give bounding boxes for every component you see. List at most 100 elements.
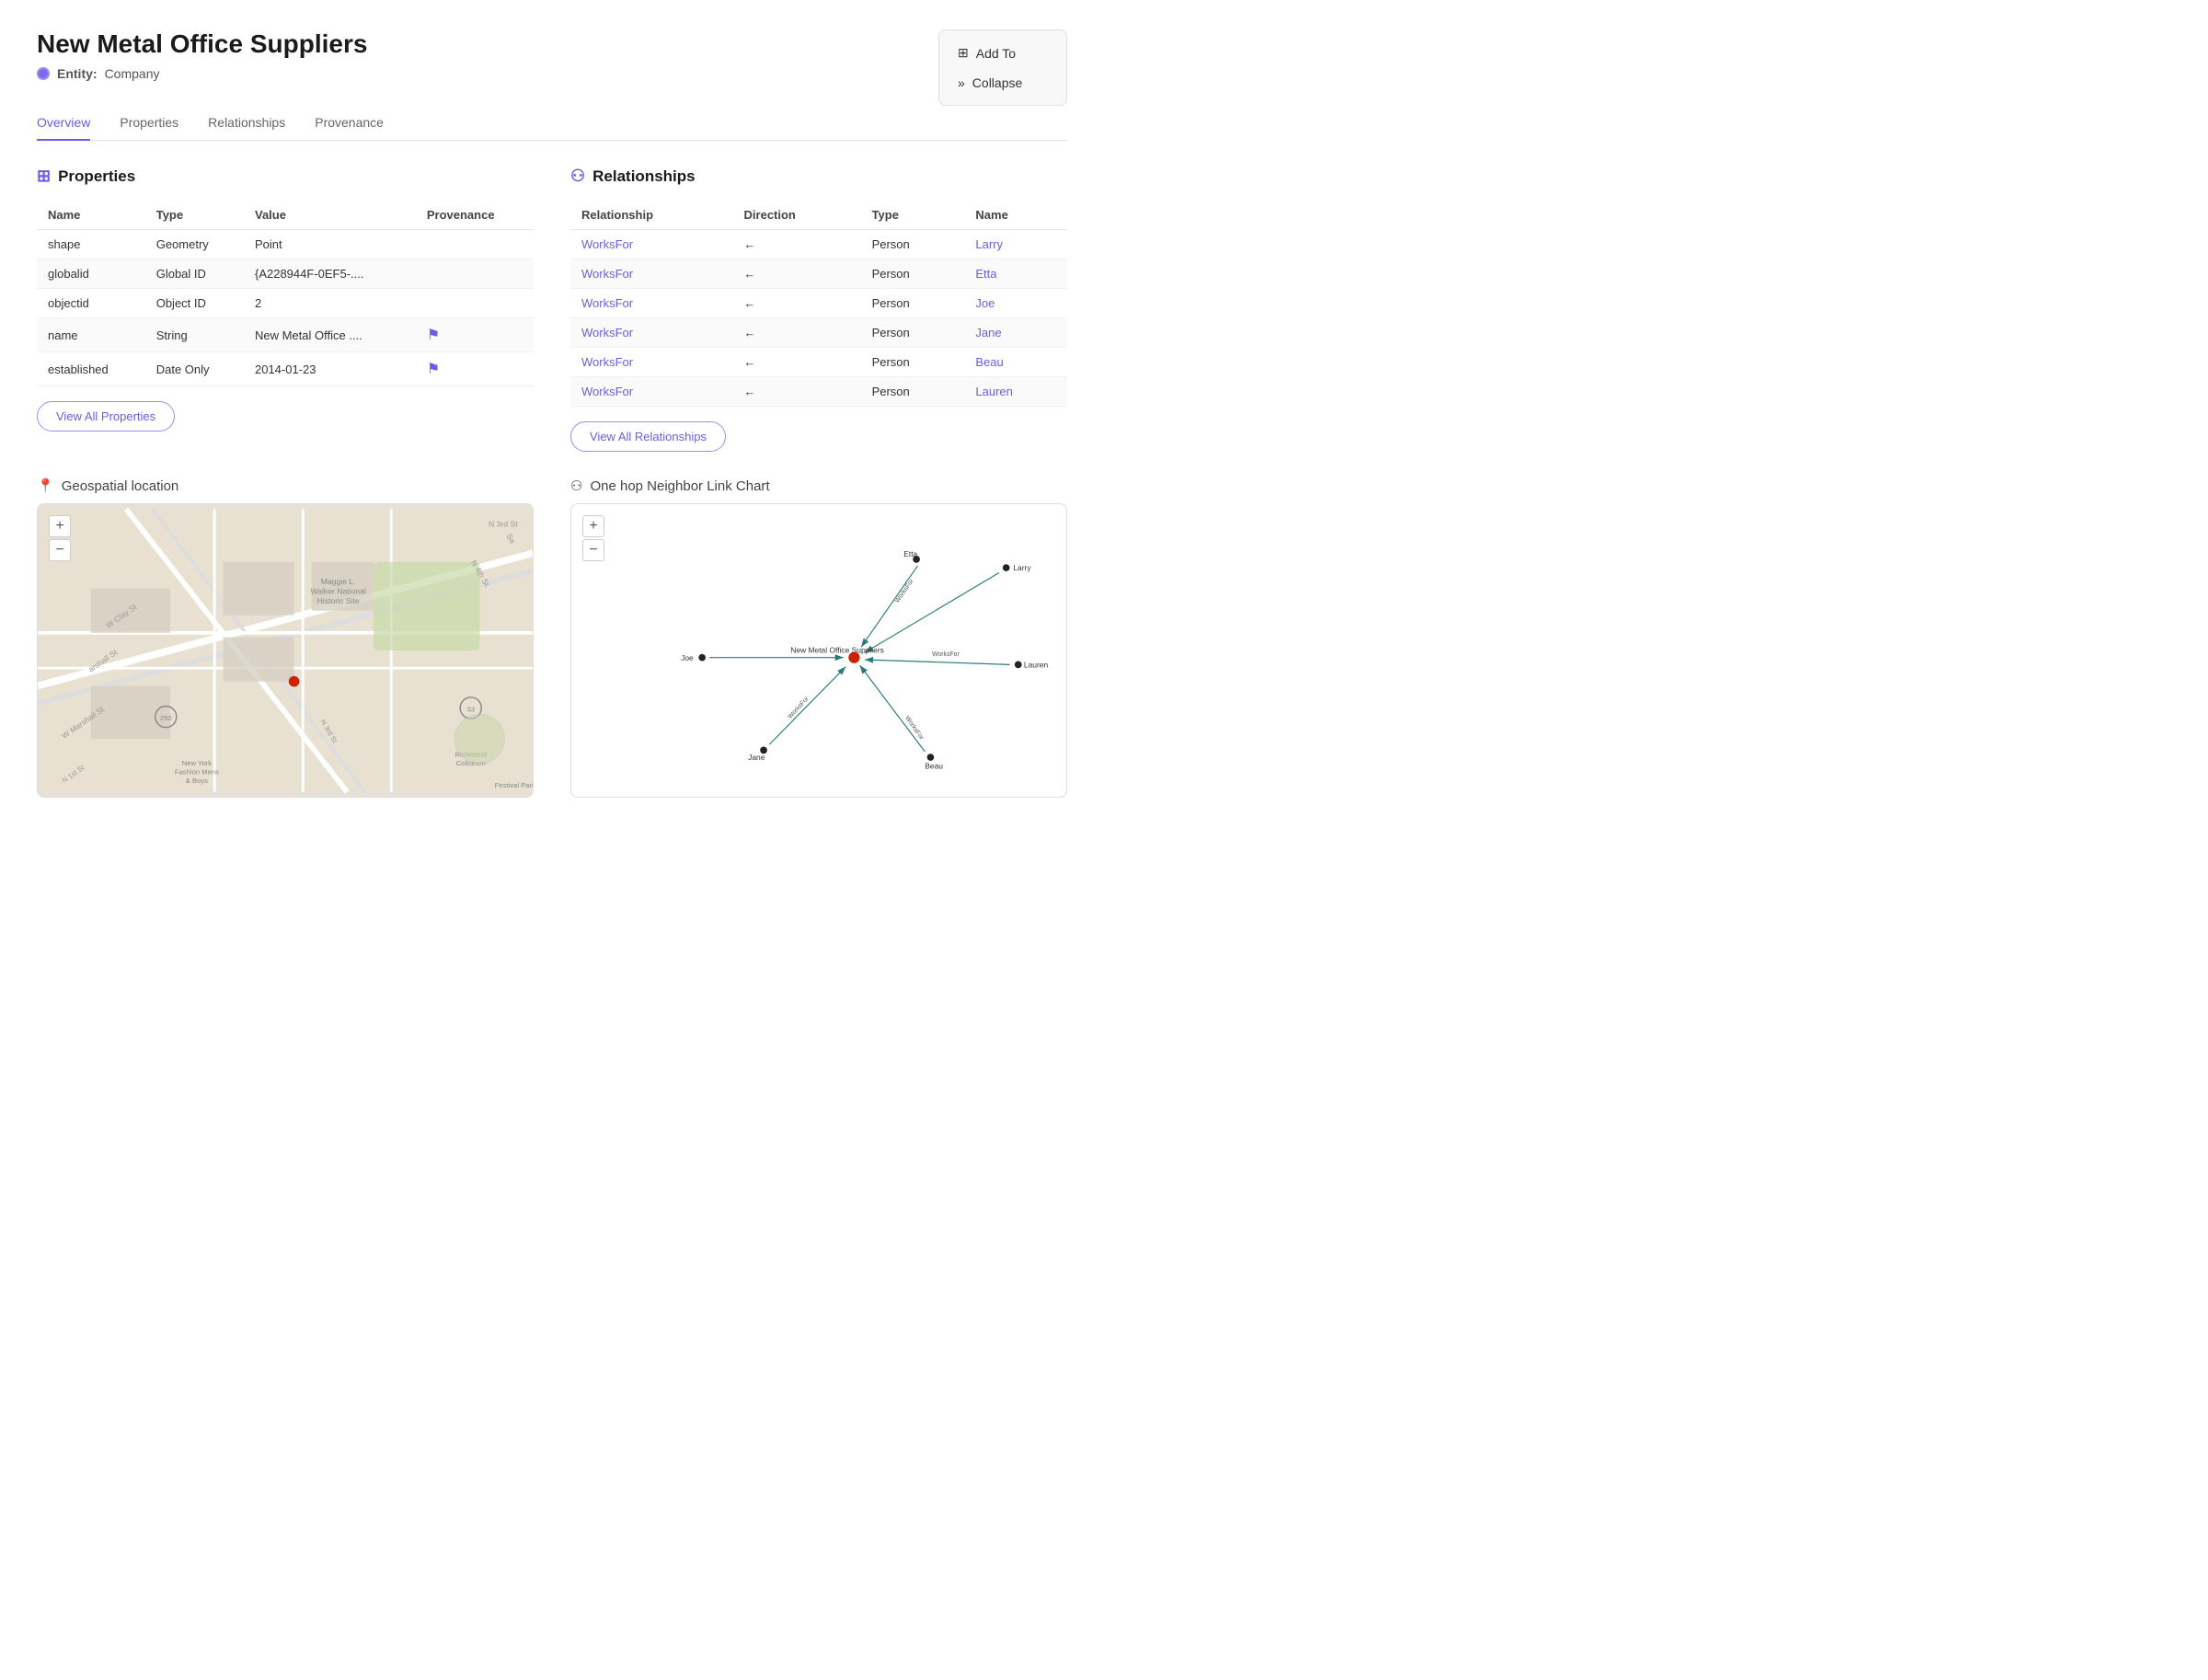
rel-direction-cell: ← — [733, 348, 861, 377]
table-row: WorksFor ← Person Beau — [570, 348, 1067, 377]
rel-direction-cell: ← — [733, 289, 861, 318]
rel-relationship-cell[interactable]: WorksFor — [570, 348, 733, 377]
tab-properties[interactable]: Properties — [120, 106, 178, 141]
prop-provenance-cell — [416, 259, 534, 289]
prop-value-cell: 2014-01-23 — [244, 352, 416, 386]
tab-relationships[interactable]: Relationships — [208, 106, 285, 141]
map-controls: + − — [49, 515, 71, 561]
rel-direction-cell: ← — [733, 377, 861, 407]
rel-name-cell[interactable]: Beau — [964, 348, 1067, 377]
link-chart-svg: Larry Etta WorksFor Joe Jane — [571, 504, 1066, 797]
svg-text:Lauren: Lauren — [1024, 660, 1049, 669]
table-row: established Date Only 2014-01-23 ⚑ — [37, 352, 534, 386]
svg-text:& Boys: & Boys — [186, 777, 208, 785]
map-svg: Maggie L. Walker National Historic Site … — [38, 504, 533, 797]
properties-table: Name Type Value Provenance shape Geometr… — [37, 201, 534, 386]
relationships-section: ⚇ Relationships Relationship Direction T… — [570, 167, 1067, 452]
svg-text:N 3rd St: N 3rd St — [489, 520, 518, 529]
collapse-icon: » — [958, 75, 965, 90]
map-zoom-out-button[interactable]: − — [49, 539, 71, 561]
svg-text:WorksFor: WorksFor — [932, 651, 960, 658]
rel-direction-cell: ← — [733, 230, 861, 259]
rel-relationship-cell[interactable]: WorksFor — [570, 377, 733, 407]
table-row: WorksFor ← Person Etta — [570, 259, 1067, 289]
prop-value-cell: 2 — [244, 289, 416, 318]
rel-relationship-cell[interactable]: WorksFor — [570, 289, 733, 318]
svg-text:33: 33 — [466, 705, 475, 713]
prop-value-cell: Point — [244, 230, 416, 259]
prop-col-provenance: Provenance — [416, 201, 534, 230]
table-row: WorksFor ← Person Joe — [570, 289, 1067, 318]
entity-dot-icon — [37, 67, 50, 80]
rel-relationship-cell[interactable]: WorksFor — [570, 318, 733, 348]
rel-direction-cell: ← — [733, 259, 861, 289]
entity-type: Company — [105, 66, 160, 81]
rel-type-cell: Person — [861, 377, 965, 407]
rel-type-cell: Person — [861, 230, 965, 259]
rel-relationship-cell[interactable]: WorksFor — [570, 230, 733, 259]
prop-name-cell: objectid — [37, 289, 145, 318]
svg-text:Festival Park: Festival Park — [495, 781, 533, 789]
prop-provenance-cell[interactable]: ⚑ — [416, 352, 534, 386]
prop-provenance-cell — [416, 289, 534, 318]
chart-zoom-in-button[interactable]: + — [582, 515, 604, 537]
svg-text:Walker National: Walker National — [310, 587, 366, 596]
rel-name-cell[interactable]: Etta — [964, 259, 1067, 289]
svg-text:Etta: Etta — [903, 549, 917, 558]
table-row: objectid Object ID 2 — [37, 289, 534, 318]
properties-section: ⊞ Properties Name Type Value Provenance … — [37, 167, 534, 452]
chart-zoom-out-button[interactable]: − — [582, 539, 604, 561]
svg-text:Joe: Joe — [681, 653, 694, 662]
rel-name-cell[interactable]: Joe — [964, 289, 1067, 318]
rel-name-cell[interactable]: Larry — [964, 230, 1067, 259]
geospatial-section: 📍 Geospatial location + − — [37, 478, 534, 798]
tab-provenance[interactable]: Provenance — [315, 106, 384, 141]
chart-container[interactable]: + − Larry — [570, 503, 1067, 798]
svg-text:New Metal Office Suppliers: New Metal Office Suppliers — [790, 645, 884, 654]
rel-col-type: Type — [861, 201, 965, 230]
properties-title: Properties — [58, 167, 135, 186]
view-all-relationships-button[interactable]: View All Relationships — [570, 421, 726, 452]
prop-value-cell: {A228944F-0EF5-.... — [244, 259, 416, 289]
prop-type-cell: String — [145, 318, 244, 352]
rel-direction-cell: ← — [733, 318, 861, 348]
prop-col-type: Type — [145, 201, 244, 230]
map-container[interactable]: + − — [37, 503, 534, 798]
add-to-button[interactable]: ⊞ Add To — [958, 41, 1048, 64]
link-chart-section: ⚇ One hop Neighbor Link Chart + − — [570, 478, 1067, 798]
svg-text:Fashion Mens: Fashion Mens — [175, 768, 219, 777]
page-title: New Metal Office Suppliers — [37, 29, 367, 59]
svg-text:WorksFor: WorksFor — [788, 696, 811, 720]
tab-overview[interactable]: Overview — [37, 106, 90, 141]
prop-provenance-cell — [416, 230, 534, 259]
view-all-properties-button[interactable]: View All Properties — [37, 401, 175, 432]
table-row: name String New Metal Office .... ⚑ — [37, 318, 534, 352]
prop-name-cell: globalid — [37, 259, 145, 289]
tabs-bar: Overview Properties Relationships Proven… — [37, 106, 1067, 141]
table-row: shape Geometry Point — [37, 230, 534, 259]
table-row: globalid Global ID {A228944F-0EF5-.... — [37, 259, 534, 289]
map-zoom-in-button[interactable]: + — [49, 515, 71, 537]
chart-controls: + − — [582, 515, 604, 561]
relationships-icon: ⚇ — [570, 167, 585, 186]
prop-type-cell: Object ID — [145, 289, 244, 318]
prop-name-cell: name — [37, 318, 145, 352]
prop-type-cell: Geometry — [145, 230, 244, 259]
prop-value-cell: New Metal Office .... — [244, 318, 416, 352]
prop-provenance-cell[interactable]: ⚑ — [416, 318, 534, 352]
collapse-button[interactable]: » Collapse — [958, 72, 1048, 94]
prop-type-cell: Global ID — [145, 259, 244, 289]
provenance-icon[interactable]: ⚑ — [427, 328, 440, 343]
rel-relationship-cell[interactable]: WorksFor — [570, 259, 733, 289]
svg-text:Jane: Jane — [748, 753, 765, 762]
svg-text:Historic Site: Historic Site — [317, 596, 360, 605]
rel-name-cell[interactable]: Jane — [964, 318, 1067, 348]
rel-name-cell[interactable]: Lauren — [964, 377, 1067, 407]
table-row: WorksFor ← Person Jane — [570, 318, 1067, 348]
svg-text:Larry: Larry — [1013, 563, 1031, 572]
top-actions-panel: ⊞ Add To » Collapse — [938, 29, 1067, 106]
add-to-icon: ⊞ — [958, 45, 969, 61]
prop-col-name: Name — [37, 201, 145, 230]
provenance-icon[interactable]: ⚑ — [427, 362, 440, 377]
link-chart-icon: ⚇ — [570, 478, 582, 494]
